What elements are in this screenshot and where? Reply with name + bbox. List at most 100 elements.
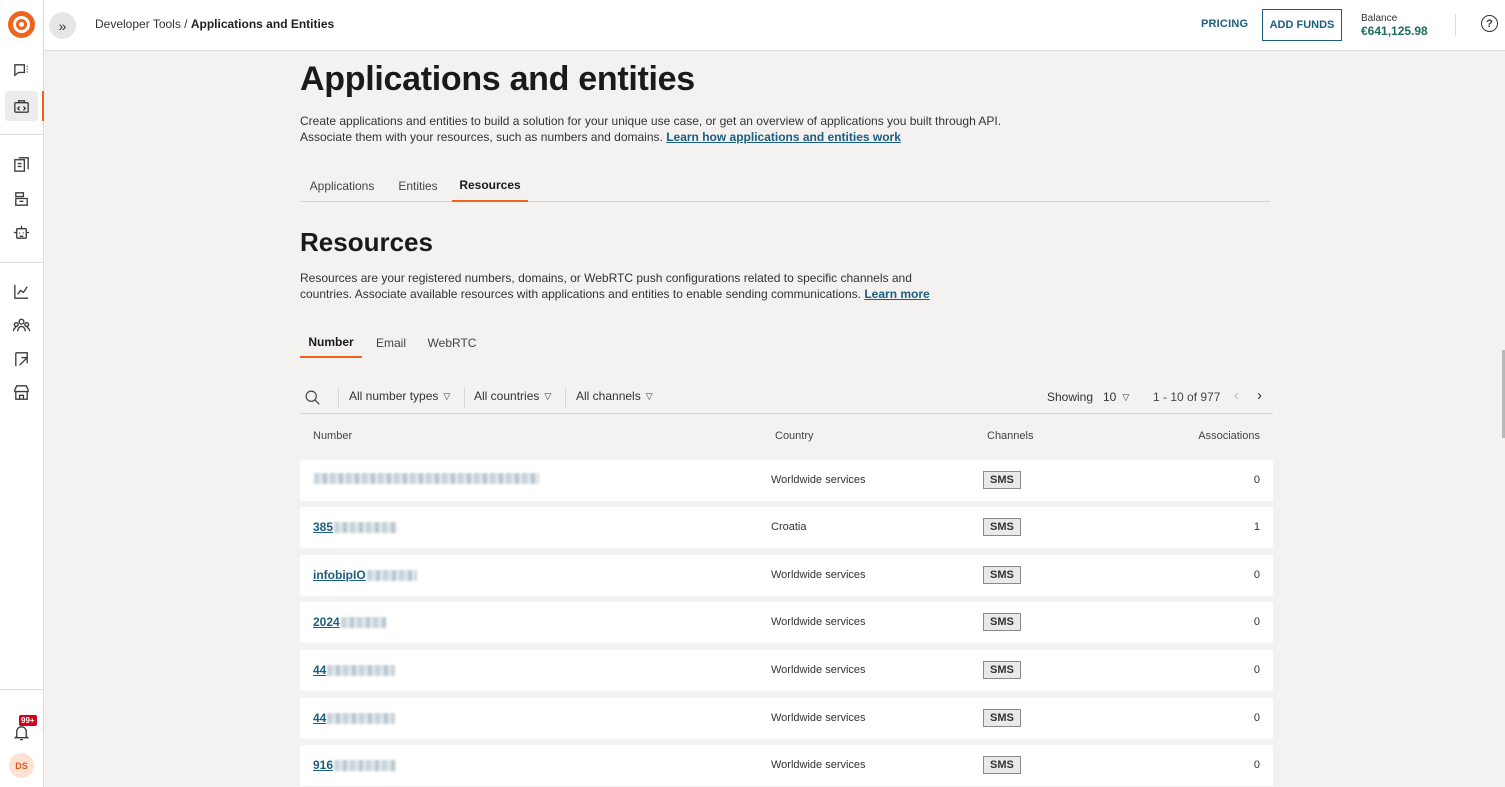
country-cell: Croatia <box>771 521 807 533</box>
associations-count: 0 <box>1253 664 1260 676</box>
associations-count: 1 <box>1253 521 1260 533</box>
learn-how-link[interactable]: Learn how applications and entities work <box>666 130 901 144</box>
tab-resources[interactable]: Resources <box>452 170 528 202</box>
section-description: Resources are your registered numbers, d… <box>300 270 940 302</box>
table-row[interactable]: Worldwide services SMS 0 <box>300 460 1273 501</box>
breadcrumb-parent[interactable]: Developer Tools <box>95 17 181 31</box>
number-link[interactable]: infobipIO <box>313 568 417 582</box>
subtab-number[interactable]: Number <box>300 328 362 358</box>
sidebar-divider <box>0 262 43 263</box>
channel-badge: SMS <box>983 661 1021 679</box>
associations-count: 0 <box>1253 474 1260 486</box>
exchange-icon[interactable] <box>9 347 34 372</box>
number-link[interactable]: 916 <box>313 758 397 772</box>
expand-sidebar-button[interactable]: » <box>49 12 76 39</box>
number-text: infobipIO <box>313 568 366 582</box>
country-cell: Worldwide services <box>771 616 866 628</box>
pagination-range: 1 - 10 of 977 <box>1153 390 1221 404</box>
avatar[interactable]: DS <box>9 753 34 778</box>
filter-divider <box>565 388 566 408</box>
channel-badge: SMS <box>983 471 1021 489</box>
associations-count: 0 <box>1253 616 1260 628</box>
chevron-down-icon: ▽ <box>544 390 552 401</box>
previous-page-icon[interactable]: ‹ <box>1234 387 1239 404</box>
channel-badge: SMS <box>983 613 1021 631</box>
chevron-down-icon: ▽ <box>645 390 653 401</box>
channel-badge: SMS <box>983 518 1021 536</box>
associations-count: 0 <box>1253 712 1260 724</box>
number-text: 44 <box>313 663 327 677</box>
channel-badge: SMS <box>983 756 1021 774</box>
marketplace-icon[interactable] <box>9 380 34 405</box>
main-tabs: Applications Entities Resources <box>300 170 1270 202</box>
filter-divider <box>338 388 339 408</box>
page-description-line1: Create applications and entities to buil… <box>300 114 1002 128</box>
column-header-number: Number <box>313 430 353 442</box>
tab-applications[interactable]: Applications <box>300 170 384 202</box>
breadcrumb-current: Applications and Entities <box>190 17 335 31</box>
number-text: 44 <box>313 711 327 725</box>
sidebar-divider <box>0 134 43 135</box>
add-funds-button[interactable]: ADD FUNDS <box>1262 9 1342 41</box>
learn-more-link[interactable]: Learn more <box>864 287 929 301</box>
country-cell: Worldwide services <box>771 569 866 581</box>
sidebar: 99+ DS <box>0 0 44 787</box>
people-icon[interactable] <box>9 313 34 338</box>
page-size-value: 10 <box>1103 390 1117 404</box>
associations-count: 0 <box>1253 569 1260 581</box>
redacted-number <box>334 759 397 771</box>
number-link[interactable]: 385 <box>313 520 398 534</box>
conversations-icon[interactable] <box>9 58 34 83</box>
subtab-email[interactable]: Email <box>372 328 410 358</box>
page-size-select[interactable]: 10 ▽ <box>1103 390 1129 404</box>
developer-tools-icon[interactable] <box>5 91 38 121</box>
double-chevron-right-icon: » <box>58 17 67 34</box>
number-type-filter-label: All number types <box>349 389 439 403</box>
sidebar-divider <box>0 689 43 690</box>
next-page-icon[interactable]: › <box>1257 387 1262 404</box>
table-row[interactable]: 916 Worldwide services SMS 0 <box>300 745 1273 786</box>
table-row[interactable]: 44 Worldwide services SMS 0 <box>300 650 1273 691</box>
table-row[interactable]: 2024 Worldwide services SMS 0 <box>300 602 1273 643</box>
chevron-down-icon: ▽ <box>443 390 451 401</box>
breadcrumb: Developer Tools / Applications and Entit… <box>95 17 334 31</box>
search-icon[interactable] <box>304 389 320 405</box>
showing-label: Showing <box>1047 390 1094 404</box>
subtab-webrtc[interactable]: WebRTC <box>424 328 480 358</box>
chevron-down-icon: ▽ <box>1122 391 1130 402</box>
tab-entities[interactable]: Entities <box>388 170 448 202</box>
number-link[interactable]: 44 <box>313 663 396 677</box>
page-title: Applications and entities <box>300 60 695 98</box>
table-header: Number Country Channels Associations <box>300 424 1273 450</box>
analytics-icon[interactable] <box>9 279 34 304</box>
number-link[interactable]: 2024 <box>313 615 386 629</box>
country-cell: Worldwide services <box>771 474 866 486</box>
table-row[interactable]: 44 Worldwide services SMS 0 <box>300 698 1273 739</box>
channel-filter[interactable]: All channels ▽ <box>576 389 653 403</box>
pricing-link[interactable]: PRICING <box>1201 18 1248 30</box>
templates-icon[interactable] <box>9 152 34 177</box>
country-cell: Worldwide services <box>771 759 866 771</box>
top-header: » Developer Tools / Applications and Ent… <box>44 0 1505 51</box>
bot-icon[interactable] <box>9 220 34 245</box>
number-link[interactable] <box>313 473 539 484</box>
column-header-country: Country <box>775 430 814 442</box>
balance-value: €641,125.98 <box>1361 24 1428 38</box>
column-header-associations: Associations <box>1198 430 1260 442</box>
table-row[interactable]: infobipIO Worldwide services SMS 0 <box>300 555 1273 596</box>
table-row[interactable]: 385 Croatia SMS 1 <box>300 507 1273 548</box>
help-icon[interactable]: ? <box>1481 15 1498 32</box>
channel-badge: SMS <box>983 709 1021 727</box>
logo-icon[interactable] <box>8 11 35 38</box>
number-type-filter[interactable]: All number types ▽ <box>349 389 450 403</box>
channel-badge: SMS <box>983 566 1021 584</box>
notification-badge: 99+ <box>19 715 37 726</box>
number-link[interactable]: 44 <box>313 711 396 725</box>
page-description-line2: Associate them with your resources, such… <box>300 130 663 144</box>
inbox-icon[interactable] <box>9 186 34 211</box>
country-filter[interactable]: All countries ▽ <box>474 389 551 403</box>
redacted-number <box>334 521 398 533</box>
country-filter-label: All countries <box>474 389 540 403</box>
number-text: 2024 <box>313 615 340 629</box>
page-description: Create applications and entities to buil… <box>300 113 1020 145</box>
